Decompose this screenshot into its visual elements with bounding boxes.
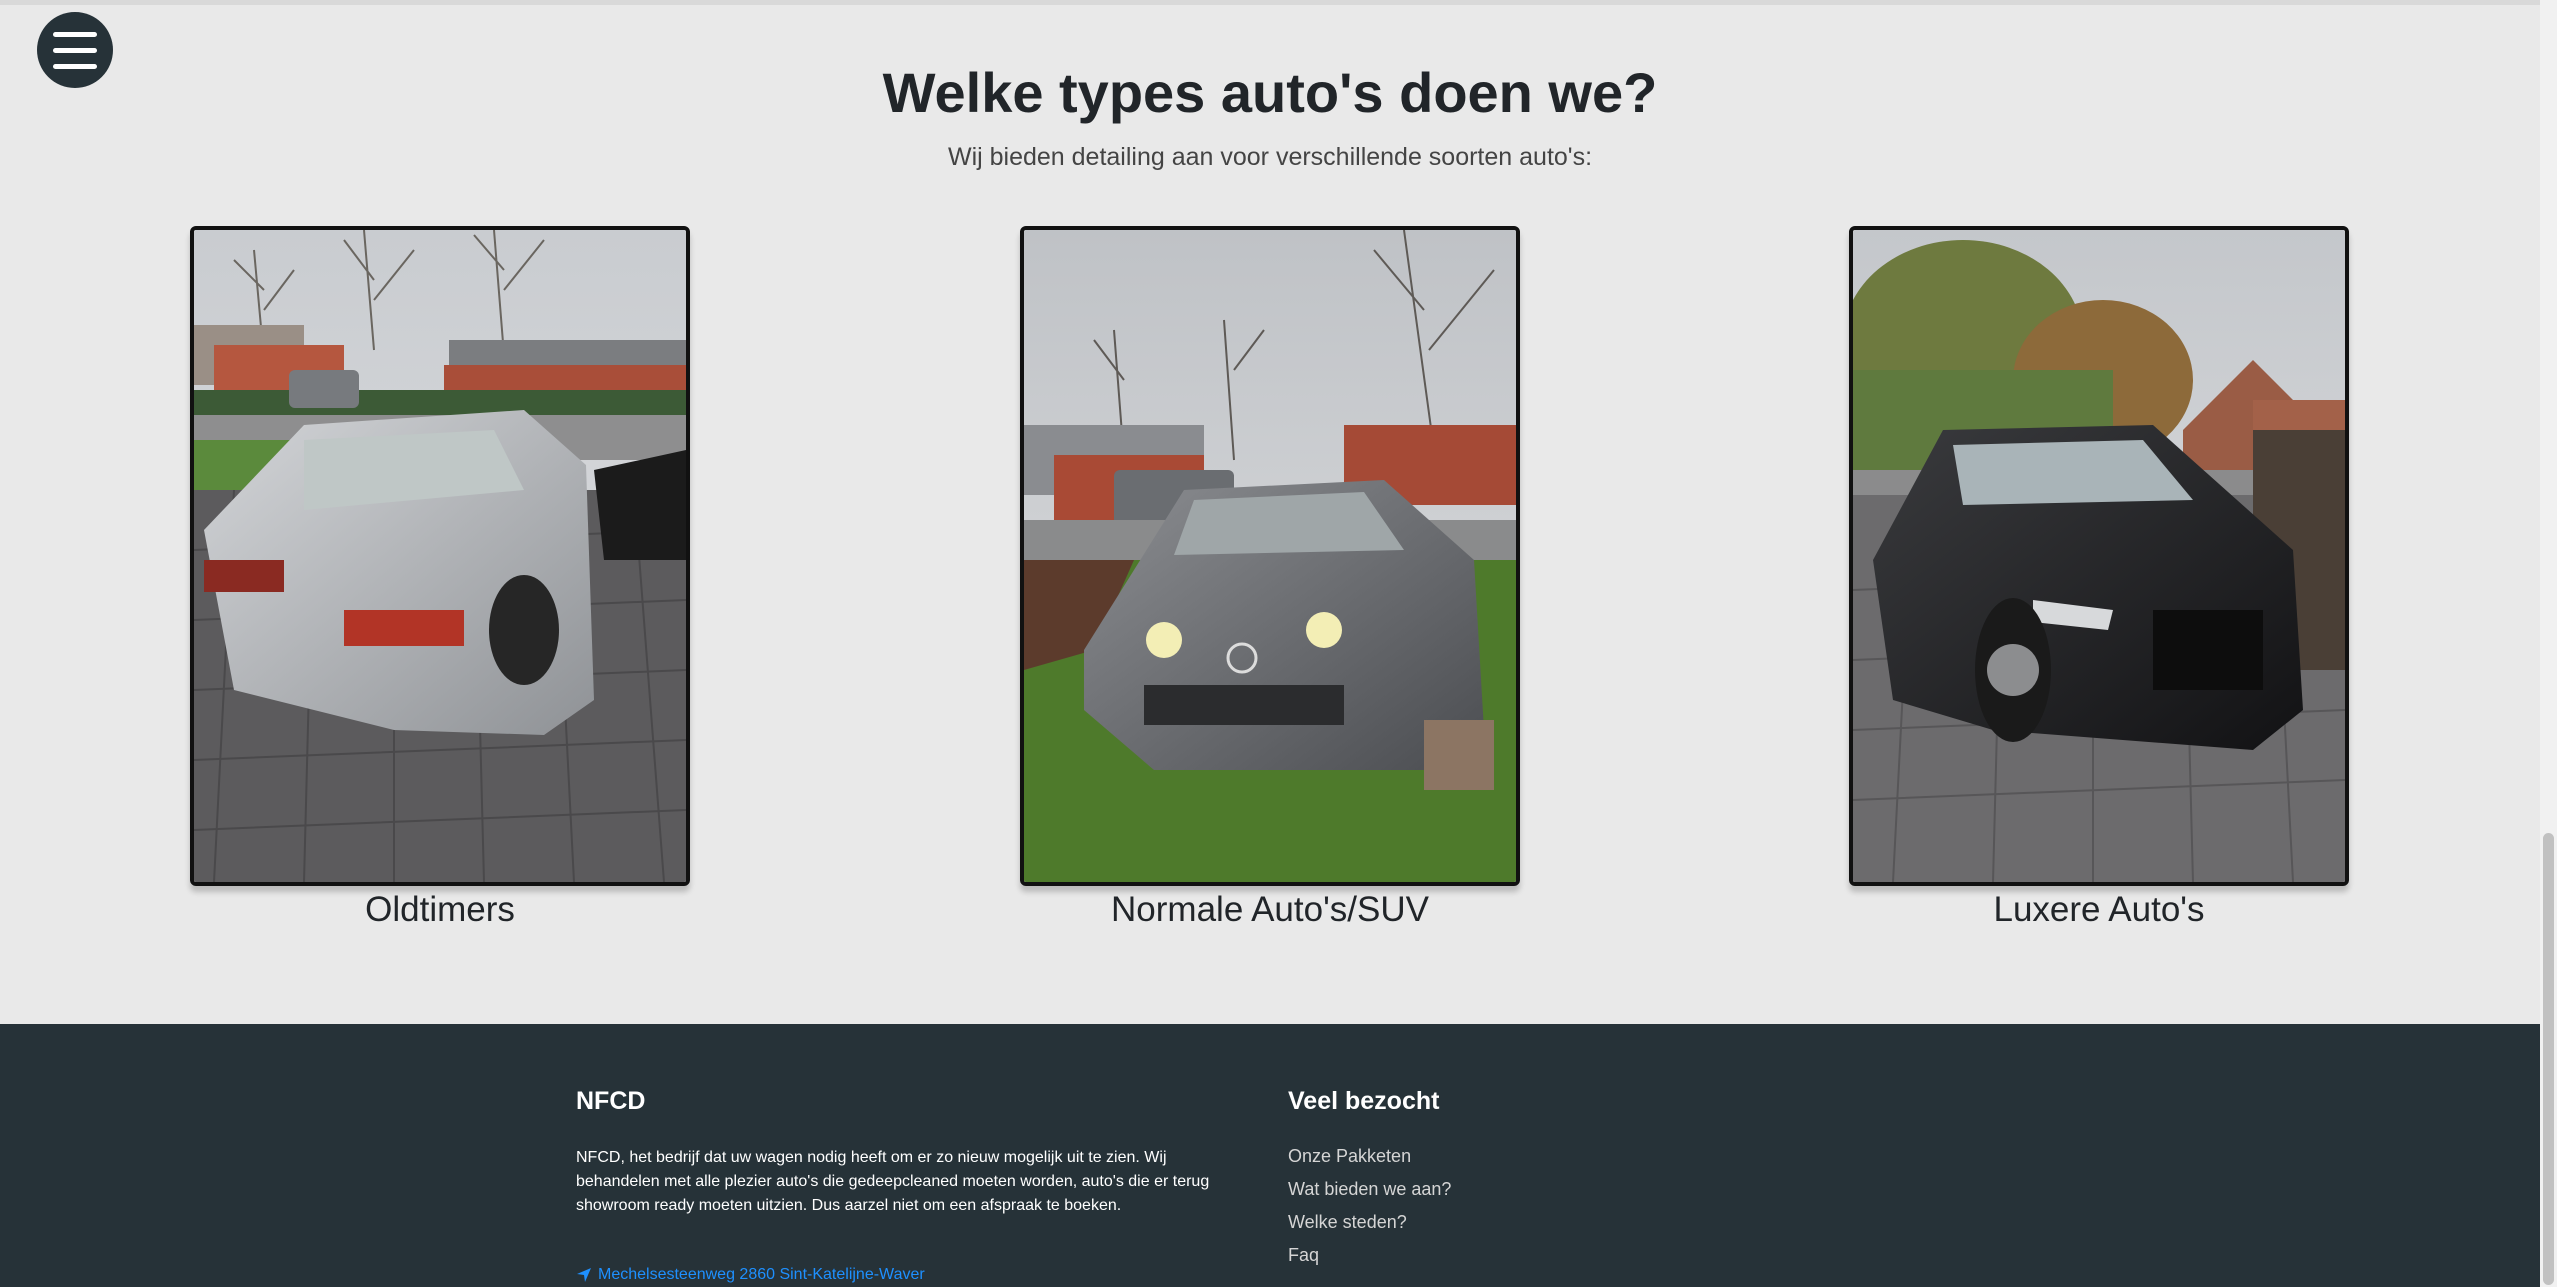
- footer-link-wat-bieden[interactable]: Wat bieden we aan?: [1288, 1179, 1688, 1202]
- car-photo-oldtimer: [190, 226, 690, 886]
- page-scrollbar[interactable]: [2540, 0, 2557, 1287]
- footer-about: NFCD NFCD, het bedrijf dat uw wagen nodi…: [576, 1087, 1236, 1218]
- footer-brand-title: NFCD: [576, 1087, 646, 1115]
- footer-address: Mechelsesteenweg 2860 Sint-Katelijne-Wav…: [598, 1266, 925, 1283]
- footer-link-steden[interactable]: Welke steden?: [1288, 1212, 1688, 1235]
- car-type-card-oldtimers[interactable]: Oldtimers: [190, 226, 690, 930]
- footer: NFCD NFCD, het bedrijf dat uw wagen nodi…: [0, 1024, 2540, 1287]
- top-divider: [0, 0, 2557, 5]
- hamburger-icon-bar: [53, 47, 97, 53]
- footer-brand-text: NFCD, het bedrijf dat uw wagen nodig hee…: [576, 1149, 1210, 1214]
- footer-link-faq[interactable]: Faq: [1288, 1245, 1688, 1268]
- car-type-card-normal[interactable]: Normale Auto's/SUV: [1020, 226, 1520, 930]
- footer-link-pakketen[interactable]: Onze Pakketen: [1288, 1146, 1688, 1169]
- footer-links: Veel bezocht Onze Pakketen Wat bieden we…: [1288, 1087, 1688, 1278]
- section-subtitle: Wij bieden detailing aan voor verschille…: [947, 143, 1593, 171]
- footer-links-title: Veel bezocht: [1288, 1087, 1440, 1115]
- card-label: Normale Auto's/SUV: [1111, 890, 1429, 929]
- car-photo-normal: [1020, 226, 1520, 886]
- scrollbar-thumb[interactable]: [2543, 833, 2554, 1285]
- car-photo-luxury: [1849, 226, 2349, 886]
- card-label: Oldtimers: [365, 890, 515, 929]
- hamburger-icon: [53, 31, 97, 37]
- car-type-card-luxury[interactable]: Luxere Auto's: [1849, 226, 2349, 930]
- section-title: Welke types auto's doen we?: [882, 61, 1658, 124]
- location-arrow-icon: [577, 1268, 591, 1282]
- footer-address-link[interactable]: Mechelsesteenweg 2860 Sint-Katelijne-Wav…: [576, 1266, 925, 1284]
- card-label: Luxere Auto's: [1993, 890, 2205, 929]
